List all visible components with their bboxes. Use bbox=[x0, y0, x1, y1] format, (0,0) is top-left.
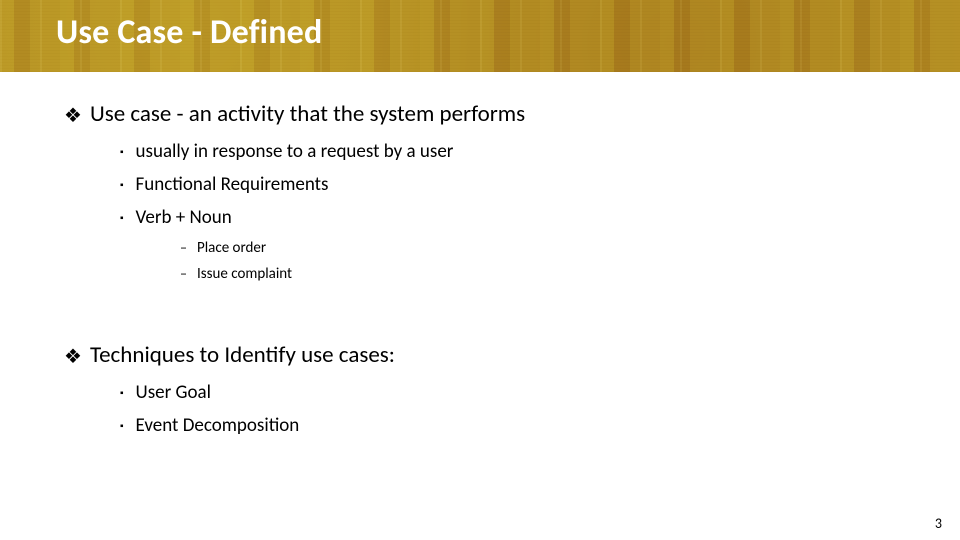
square-icon: ▪ bbox=[120, 419, 124, 432]
page-number: 3 bbox=[935, 515, 942, 532]
bullet-level1: ❖ Use case - an activity that the system… bbox=[64, 100, 896, 128]
bullet-text: Functional Requirements bbox=[136, 173, 329, 196]
slide-title: Use Case - Defined bbox=[56, 12, 322, 53]
bullet-level2: ▪ Event Decomposition bbox=[120, 414, 896, 437]
dash-icon: – bbox=[180, 239, 187, 256]
bullet-text: Verb + Noun bbox=[136, 206, 232, 229]
square-icon: ▪ bbox=[120, 211, 124, 224]
bullet-level1: ❖ Techniques to Identify use cases: bbox=[64, 341, 896, 369]
bullet-level2: ▪ Functional Requirements bbox=[120, 173, 896, 196]
bullet-text: Use case - an activity that the system p… bbox=[90, 100, 525, 128]
dash-icon: – bbox=[180, 265, 187, 282]
bullet-level3: – Place order bbox=[180, 239, 896, 257]
title-band: Use Case - Defined bbox=[0, 0, 960, 72]
content-block-1: ❖ Use case - an activity that the system… bbox=[0, 72, 960, 283]
content-block-2: ❖ Techniques to Identify use cases: ▪ Us… bbox=[0, 291, 960, 437]
diamond-icon: ❖ bbox=[64, 347, 82, 367]
diamond-icon: ❖ bbox=[64, 106, 82, 126]
bullet-text: Event Decomposition bbox=[136, 414, 300, 437]
bullet-text: usually in response to a request by a us… bbox=[136, 140, 454, 163]
bullet-level3: – Issue complaint bbox=[180, 265, 896, 283]
bullet-level2: ▪ User Goal bbox=[120, 381, 896, 404]
bullet-level2: ▪ usually in response to a request by a … bbox=[120, 140, 896, 163]
bullet-text: User Goal bbox=[136, 381, 211, 404]
square-icon: ▪ bbox=[120, 386, 124, 399]
bullet-text: Place order bbox=[197, 239, 266, 257]
square-icon: ▪ bbox=[120, 178, 124, 191]
bullet-text: Techniques to Identify use cases: bbox=[90, 341, 395, 369]
square-icon: ▪ bbox=[120, 145, 124, 158]
bullet-level2: ▪ Verb + Noun bbox=[120, 206, 896, 229]
bullet-text: Issue complaint bbox=[197, 265, 292, 283]
